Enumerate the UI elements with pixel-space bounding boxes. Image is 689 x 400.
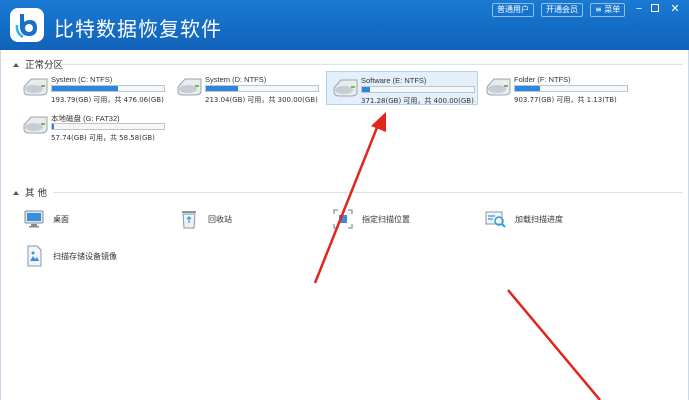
drive-usage-fill [206, 86, 238, 91]
collapse-triangle-icon [13, 191, 19, 195]
disk-image-icon [27, 245, 42, 267]
title-bar: 比特数据恢复软件 普通用户 开通会员 ≡ 菜单 − ✕ [0, 0, 689, 50]
drive-usage-fill [52, 86, 118, 91]
menu-button-label: 菜单 [604, 5, 621, 14]
drive-d[interactable]: System (D: NTFS) 213.04(GB) 可用，共 300.00(… [171, 71, 323, 105]
drive-size: 371.28(GB) 可用，共 400.00(GB) [361, 97, 474, 105]
main-content: 正常分区 System (C: NTFS) 193.79(GB) 可用，共 47… [0, 50, 689, 400]
normal-user-button[interactable]: 普通用户 [492, 3, 534, 17]
tool-label: 扫描存储设备镜像 [53, 252, 117, 261]
drive-size: 213.04(GB) 可用，共 300.00(GB) [205, 96, 318, 104]
hard-drive-icon [486, 78, 511, 96]
drive-name: Software (E: NTFS) [361, 76, 427, 85]
tool-recycle-bin[interactable]: 回收站 [178, 208, 298, 232]
section-title-partitions: 正常分区 [25, 60, 64, 71]
drive-size: 193.79(GB) 可用，共 476.06(GB) [51, 96, 164, 104]
drive-size: 57.74(GB) 可用，共 58.58(GB) [51, 134, 155, 142]
section-divider [53, 192, 683, 193]
drive-usage-bar [51, 85, 165, 92]
drive-e[interactable]: Software (E: NTFS) 371.28(GB) 可用，共 400.0… [326, 71, 478, 105]
drive-usage-bar [361, 86, 475, 93]
section-header-others[interactable]: 其 他 [13, 185, 47, 199]
drive-name: Folder (F: NTFS) [514, 75, 571, 84]
hard-drive-icon [23, 78, 48, 96]
tool-label: 加载扫描进度 [515, 215, 563, 224]
close-icon[interactable]: ✕ [666, 2, 684, 16]
desktop-icon [24, 210, 44, 228]
section-title-others: 其 他 [25, 188, 48, 199]
drive-c[interactable]: System (C: NTFS) 193.79(GB) 可用，共 476.06(… [17, 71, 169, 105]
tool-label: 回收站 [208, 215, 232, 224]
drive-usage-bar [205, 85, 319, 92]
menu-icon: ≡ [595, 5, 602, 14]
drive-f[interactable]: Folder (F: NTFS) 903.77(GB) 可用，共 1.13(TB… [480, 71, 632, 105]
maximize-icon[interactable] [646, 2, 664, 16]
open-membership-button[interactable]: 开通会员 [541, 3, 583, 17]
hard-drive-icon [333, 79, 358, 97]
drive-usage-bar [514, 85, 628, 92]
section-header-partitions[interactable]: 正常分区 [13, 57, 63, 71]
menu-button[interactable]: ≡ 菜单 [590, 3, 626, 17]
drive-usage-bar [51, 123, 165, 130]
tool-scan-location[interactable]: 指定扫描位置 [332, 208, 462, 232]
section-divider [61, 64, 683, 65]
app-title: 比特数据恢复软件 [54, 17, 222, 41]
tool-load-progress[interactable]: 加载扫描进度 [485, 208, 625, 232]
scan-location-icon [333, 209, 353, 229]
tool-desktop[interactable]: 桌面 [23, 208, 143, 232]
hard-drive-icon [23, 116, 48, 134]
tool-label: 指定扫描位置 [362, 215, 410, 224]
recycle-bin-icon [182, 211, 196, 229]
drive-size: 903.77(GB) 可用，共 1.13(TB) [514, 96, 617, 104]
drive-g[interactable]: 本地磁盘 (G: FAT32) 57.74(GB) 可用，共 58.58(GB) [17, 109, 169, 143]
app-logo-icon [10, 8, 44, 42]
drive-usage-fill [362, 87, 370, 92]
drive-usage-fill [515, 86, 540, 91]
tool-disk-image[interactable]: 扫描存储设备镜像 [23, 245, 173, 269]
drive-name: System (C: NTFS) [51, 75, 113, 84]
collapse-triangle-icon [13, 63, 19, 67]
drive-usage-fill [52, 124, 54, 129]
load-progress-icon [485, 211, 506, 228]
drive-name: System (D: NTFS) [205, 75, 267, 84]
tool-label: 桌面 [53, 215, 69, 224]
hard-drive-icon [177, 78, 202, 96]
